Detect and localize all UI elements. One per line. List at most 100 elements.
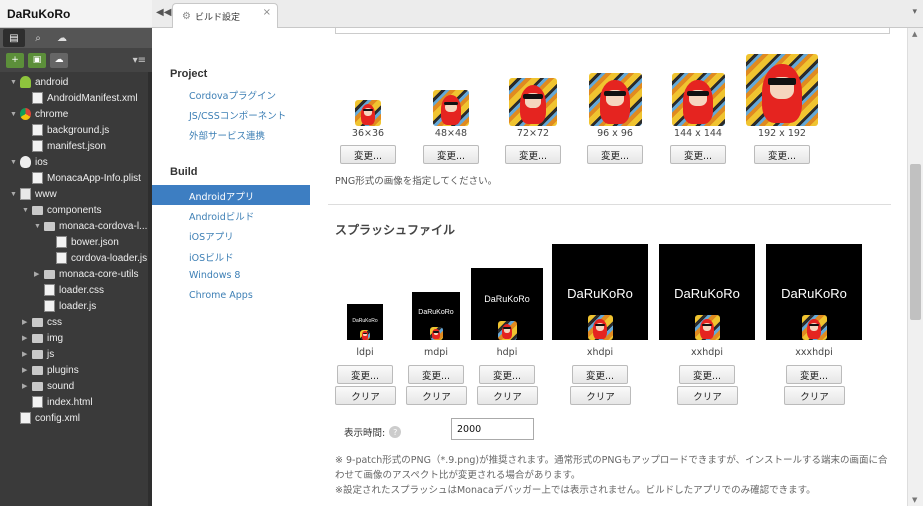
search-icon[interactable]: ⌕ bbox=[27, 29, 49, 47]
tree-arrow-icon[interactable]: ▼ bbox=[22, 207, 32, 214]
splash-clear-button[interactable]: クリア bbox=[406, 386, 467, 405]
tree-arrow-icon[interactable]: ▶ bbox=[22, 318, 32, 326]
tree-item[interactable]: manifest.json bbox=[22, 138, 106, 154]
tree-item[interactable]: ▼ chrome bbox=[10, 106, 68, 122]
tree-item-label: bower.json bbox=[71, 236, 119, 248]
tree-arrow-icon[interactable]: ▼ bbox=[10, 159, 20, 166]
icon-change-button[interactable]: 変更... bbox=[423, 145, 479, 164]
apple-icon bbox=[20, 156, 31, 168]
splash-note-2: ※設定されたスプラッシュはMonacaデバッガー上では表示されません。ビルドした… bbox=[335, 485, 816, 496]
tree-arrow-icon[interactable]: ▼ bbox=[10, 111, 20, 118]
tree-item-label: loader.js bbox=[59, 300, 97, 312]
www-folder-icon bbox=[20, 188, 31, 200]
tree-item[interactable]: ▼ components bbox=[22, 202, 101, 218]
tree-arrow-icon[interactable]: ▼ bbox=[34, 223, 44, 230]
splash-clear-button[interactable]: クリア bbox=[477, 386, 538, 405]
icon-change-button[interactable]: 変更... bbox=[754, 145, 810, 164]
ide-window: DaRuKoRo ▤ ⌕ ☁ + ▣ ☁ ▾≡ ▼ android AndroidM… bbox=[0, 0, 923, 506]
new-file-icon[interactable]: + bbox=[6, 52, 24, 68]
tree-arrow-icon[interactable]: ▼ bbox=[10, 79, 20, 86]
nav-android-app[interactable]: Androidアプリ bbox=[152, 185, 310, 205]
nav-windows8[interactable]: Windows 8 bbox=[189, 270, 240, 281]
splash-clear-button[interactable]: クリア bbox=[677, 386, 738, 405]
scroll-up-icon[interactable]: ▲ bbox=[912, 30, 917, 38]
app-icon-image bbox=[746, 54, 818, 126]
nav-chrome-apps[interactable]: Chrome Apps bbox=[189, 290, 253, 301]
tree-item-label: components bbox=[47, 204, 102, 216]
splash-change-button[interactable]: 変更... bbox=[679, 365, 735, 384]
icon-slot: 48×48 変更... bbox=[421, 90, 481, 164]
splash-change-button[interactable]: 変更... bbox=[479, 365, 535, 384]
nav-external-services[interactable]: 外部サービス連携 bbox=[189, 128, 265, 142]
tree-item[interactable]: ▶ plugins bbox=[22, 362, 79, 378]
tree-item[interactable]: ▶ sound bbox=[22, 378, 74, 394]
icon-change-button[interactable]: 変更... bbox=[340, 145, 396, 164]
tree-arrow-icon[interactable]: ▶ bbox=[34, 270, 44, 278]
tree-arrow-icon[interactable]: ▶ bbox=[22, 366, 32, 374]
folder-icon bbox=[32, 382, 43, 391]
tree-item[interactable]: cordova-loader.js bbox=[46, 250, 147, 266]
tree-item[interactable]: ▶ monaca-core-utils bbox=[34, 266, 138, 282]
files-icon[interactable]: ▤ bbox=[3, 29, 25, 47]
nav-cordova-plugins[interactable]: Cordovaプラグイン bbox=[189, 88, 276, 102]
settings-content: 36×36 変更... 48×48 変更... 72×72 変更... 96 x 96 変更.… bbox=[310, 28, 907, 506]
collapse-panel-icon[interactable]: ◀◀ bbox=[156, 7, 171, 18]
splash-change-button[interactable]: 変更... bbox=[786, 365, 842, 384]
tree-arrow-icon[interactable]: ▶ bbox=[22, 350, 32, 358]
project-name: DaRuKoRo bbox=[0, 0, 152, 28]
tree-item[interactable]: background.js bbox=[22, 122, 109, 138]
tree-item[interactable]: loader.js bbox=[34, 298, 96, 314]
tab-build-settings[interactable]: ⚙ ビルド設定 × bbox=[172, 3, 278, 28]
nav-js-css-components[interactable]: JS/CSSコンポーネント bbox=[189, 108, 286, 122]
content-scrollbar[interactable]: ▲ ▼ bbox=[907, 28, 923, 506]
tree-item[interactable]: ▼ ios bbox=[10, 154, 48, 170]
tree-arrow-icon[interactable]: ▶ bbox=[22, 334, 32, 342]
tree-item[interactable]: ▼ android bbox=[10, 74, 68, 90]
splash-change-button[interactable]: 変更... bbox=[337, 365, 393, 384]
icon-change-button[interactable]: 変更... bbox=[505, 145, 561, 164]
scroll-down-icon[interactable]: ▼ bbox=[912, 496, 917, 504]
tree-arrow-icon[interactable]: ▶ bbox=[22, 382, 32, 390]
tree-item[interactable]: loader.css bbox=[34, 282, 104, 298]
upload-icon[interactable]: ☁ bbox=[50, 52, 68, 68]
cloud-icon[interactable]: ☁ bbox=[51, 29, 73, 47]
tree-item[interactable]: index.html bbox=[22, 394, 93, 410]
app-icon-image bbox=[671, 73, 725, 126]
splash-clear-button[interactable]: クリア bbox=[570, 386, 631, 405]
help-icon[interactable]: ? bbox=[389, 426, 402, 438]
new-folder-icon[interactable]: ▣ bbox=[28, 52, 46, 68]
tree-item-label: manifest.json bbox=[47, 140, 106, 152]
splash-change-button[interactable]: 変更... bbox=[572, 365, 628, 384]
splash-image: DaRuKoRo bbox=[412, 292, 460, 340]
close-icon[interactable]: × bbox=[263, 7, 271, 18]
folder-icon bbox=[32, 350, 43, 359]
tab-menu-icon[interactable]: ▾ bbox=[912, 7, 917, 17]
tree-item[interactable]: ▶ img bbox=[22, 330, 63, 346]
tree-item[interactable]: bower.json bbox=[46, 234, 119, 250]
file-icon bbox=[32, 124, 43, 136]
splash-section-title: スプラッシュファイル bbox=[335, 223, 456, 237]
nav-ios-app[interactable]: iOSアプリ bbox=[189, 229, 234, 243]
splash-art-glass bbox=[433, 331, 439, 333]
nav-android-build[interactable]: Androidビルド bbox=[189, 209, 254, 223]
tree-item[interactable]: config.xml bbox=[10, 410, 80, 426]
tree-item[interactable]: ▼ www bbox=[10, 186, 57, 202]
tree-item[interactable]: ▶ js bbox=[22, 346, 54, 362]
tree-item[interactable]: ▶ css bbox=[22, 314, 62, 330]
panel-tabs: ▤ ⌕ ☁ bbox=[0, 28, 152, 48]
scroll-thumb[interactable] bbox=[910, 164, 921, 320]
splash-change-button[interactable]: 変更... bbox=[408, 365, 464, 384]
tree-item[interactable]: ▼ monaca-cordova-l... bbox=[34, 218, 147, 234]
nav-ios-build[interactable]: iOSビルド bbox=[189, 250, 234, 264]
tree-item[interactable]: AndroidManifest.xml bbox=[22, 90, 138, 106]
tree-menu-icon[interactable]: ▾≡ bbox=[133, 55, 146, 66]
tree-item[interactable]: MonacaApp-Info.plist bbox=[22, 170, 141, 186]
icon-change-button[interactable]: 変更... bbox=[587, 145, 643, 164]
splash-clear-button[interactable]: クリア bbox=[335, 386, 396, 405]
duration-input[interactable]: 2000 bbox=[451, 418, 534, 440]
icon-change-button[interactable]: 変更... bbox=[670, 145, 726, 164]
splash-clear-button[interactable]: クリア bbox=[784, 386, 845, 405]
tree-arrow-icon[interactable]: ▼ bbox=[10, 191, 20, 198]
nav-heading-build: Build bbox=[170, 166, 198, 178]
splash-density-label: ldpi bbox=[356, 347, 374, 358]
